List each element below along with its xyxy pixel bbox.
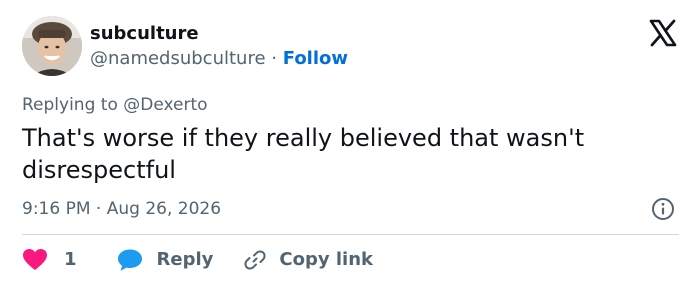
link-icon[interactable] [243,248,267,272]
reply-label: Reply [156,249,214,270]
tweet-timestamp[interactable]: 9:16 PM · Aug 26, 2026 [22,198,221,220]
info-icon[interactable] [651,197,675,221]
heart-icon[interactable] [22,248,48,272]
reply-context-prefix: Replying to [22,95,118,115]
tweet-time: 9:16 PM [22,199,91,219]
speech-bubble-icon[interactable] [117,248,143,272]
author-name[interactable]: subculture [90,22,199,46]
x-logo-icon[interactable] [648,18,678,48]
divider [22,234,679,235]
reply-mention-link[interactable]: @Dexerto [123,95,207,115]
like-action[interactable]: 1 [22,248,117,272]
copy-link-action[interactable]: Copy link [243,248,373,272]
avatar-photo [22,16,82,76]
action-bar: 1 Reply Copy link [22,246,373,274]
author-handle[interactable]: @namedsubculture [90,48,266,69]
copy-link-label: Copy link [279,249,373,270]
follow-button[interactable]: Follow [283,48,348,69]
reply-context: Replying to @Dexerto [22,94,208,116]
tweet-date: Aug 26, 2026 [106,199,222,219]
like-count: 1 [64,249,77,270]
handle-separator: · [271,48,278,69]
avatar[interactable] [22,16,82,76]
timestamp-separator: · [95,199,102,219]
tweet-text: That's worse if they really believed tha… [22,124,585,184]
reply-action[interactable]: Reply [117,248,214,272]
author-handle-row: @namedsubculture · Follow [90,47,348,71]
tweet-card: subculture @namedsubculture · Follow Rep… [0,0,700,287]
